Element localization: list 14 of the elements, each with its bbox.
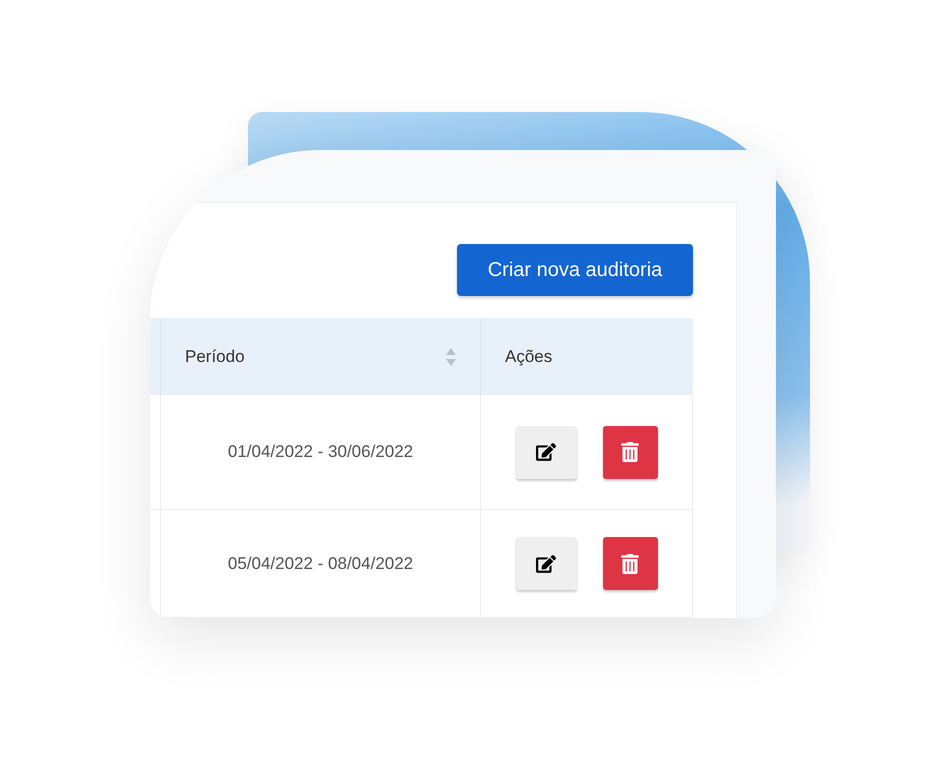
column-header-label: Período — [185, 346, 245, 366]
period-cell: 05/04/2022 - 08/04/2022 — [228, 554, 414, 574]
create-audit-button[interactable]: Criar nova auditoria — [457, 244, 693, 296]
trash-icon — [620, 554, 640, 574]
edit-button[interactable] — [516, 426, 576, 478]
delete-button[interactable] — [602, 537, 658, 590]
edit-button[interactable] — [516, 537, 576, 590]
delete-button[interactable] — [602, 426, 658, 478]
trash-icon — [620, 442, 640, 462]
column-header-label: Ações — [505, 346, 552, 366]
edit-icon — [536, 442, 556, 462]
period-cell: 01/04/2022 - 30/06/2022 — [228, 442, 414, 462]
column-header[interactable]: Período — [160, 318, 480, 395]
edit-icon — [536, 554, 556, 574]
